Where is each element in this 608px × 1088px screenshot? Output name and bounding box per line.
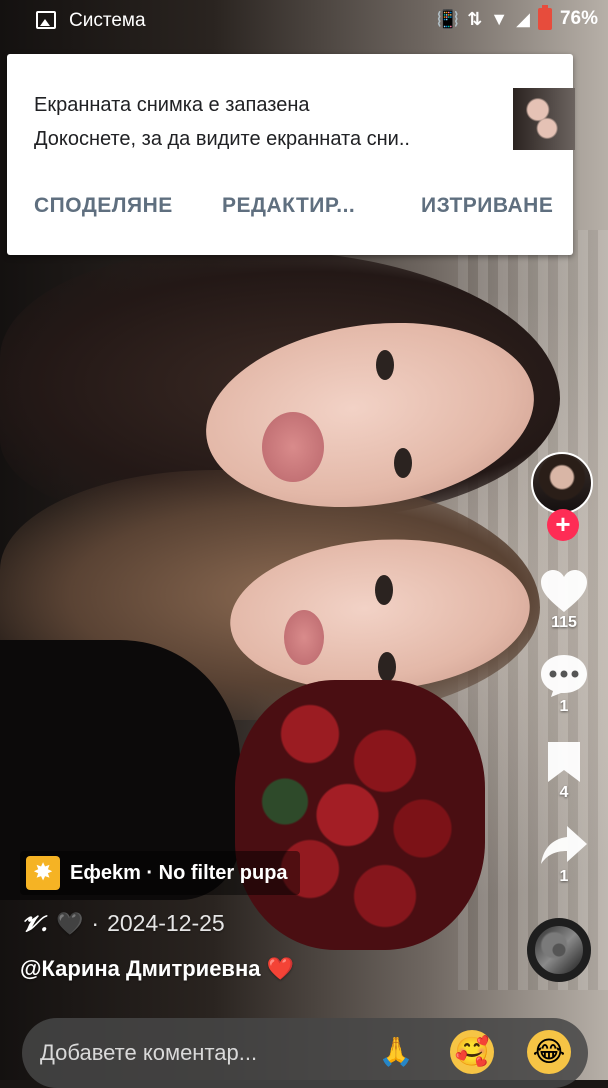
battery-icon [537,5,552,30]
post-caption: @Карина Дмитриевна ❤️ [20,956,294,982]
notification-body: Докоснете, за да видите екранната сни.. [34,128,410,150]
status-icons: 📳 ⇅ ▼ ◢ 76% [436,5,598,30]
wifi-icon: ▼ [490,9,509,29]
effect-label: Ефekm · No filter pupa [70,861,288,884]
comment-icon [541,655,587,697]
comment-input[interactable]: Добавете коментар... [40,1040,257,1066]
share-action-button[interactable]: СПОДЕЛЯНЕ [34,194,173,218]
comment-button[interactable]: 1 [529,652,599,716]
bookmark-icon [548,742,580,782]
battery-percent: 76% [559,8,598,29]
share-icon [541,826,587,864]
notification-title: Екранната снимка е запазена [34,94,310,116]
creator-avatar[interactable] [531,452,593,514]
meta-separator: · [91,910,100,936]
status-app-name: Система [69,10,146,31]
author-name[interactable]: 𝓥. [22,911,48,937]
author-emoji: 🖤 [56,910,84,936]
lips-bottom [284,610,324,665]
share-button[interactable]: 1 [529,824,599,886]
rose-bouquet [235,680,485,950]
eye [394,448,412,478]
caption-mention[interactable]: @Карина Дмитриевна [20,956,260,981]
status-bar: Система 📳 ⇅ ▼ ◢ 76% [0,0,608,42]
edit-action-button[interactable]: РЕДАКТИР... [222,194,355,218]
like-count: 115 [551,614,577,631]
comment-bar[interactable]: Добавете коментар... 🙏 🥰 😂 [22,1018,588,1088]
delete-action-button[interactable]: ИЗТРИВАНЕ [421,194,553,218]
post-date: 2024-12-25 [107,910,225,936]
like-button[interactable]: 115 [529,568,599,632]
save-button[interactable]: 4 [529,740,599,802]
notification-actions: СПОДЕЛЯНЕ РЕДАКТИР... ИЗТРИВАНЕ [7,194,573,234]
lips-top [262,412,324,482]
comment-count: 1 [559,698,569,715]
signal-icon: ◢ [516,9,530,29]
screenshot-notification[interactable]: Екранната снимка е запазена Докоснете, з… [7,54,575,255]
data-arrows-icon: ⇅ [467,9,483,29]
laughing-emoji-button[interactable]: 😂 [527,1030,571,1074]
vibrate-icon: 📳 [436,9,460,29]
music-disc[interactable] [527,918,591,982]
smiling-hearts-emoji-button[interactable]: 🥰 [450,1030,494,1074]
heart-icon [541,570,587,612]
follow-button[interactable]: + [547,509,579,541]
effect-tag[interactable]: Ефekm · No filter pupa [20,851,300,895]
eye [375,575,393,605]
eye [378,652,396,682]
save-count: 4 [559,784,569,801]
pray-emoji-button[interactable]: 🙏 [374,1030,418,1074]
eye [376,350,394,380]
post-meta: 𝓥. 🖤 · 2024-12-25 [22,910,225,937]
share-count: 1 [559,868,569,885]
image-icon [36,11,56,29]
caption-emoji: ❤️ [266,956,295,981]
effect-sparkle-icon [26,856,60,890]
screenshot-thumbnail[interactable] [513,88,575,150]
